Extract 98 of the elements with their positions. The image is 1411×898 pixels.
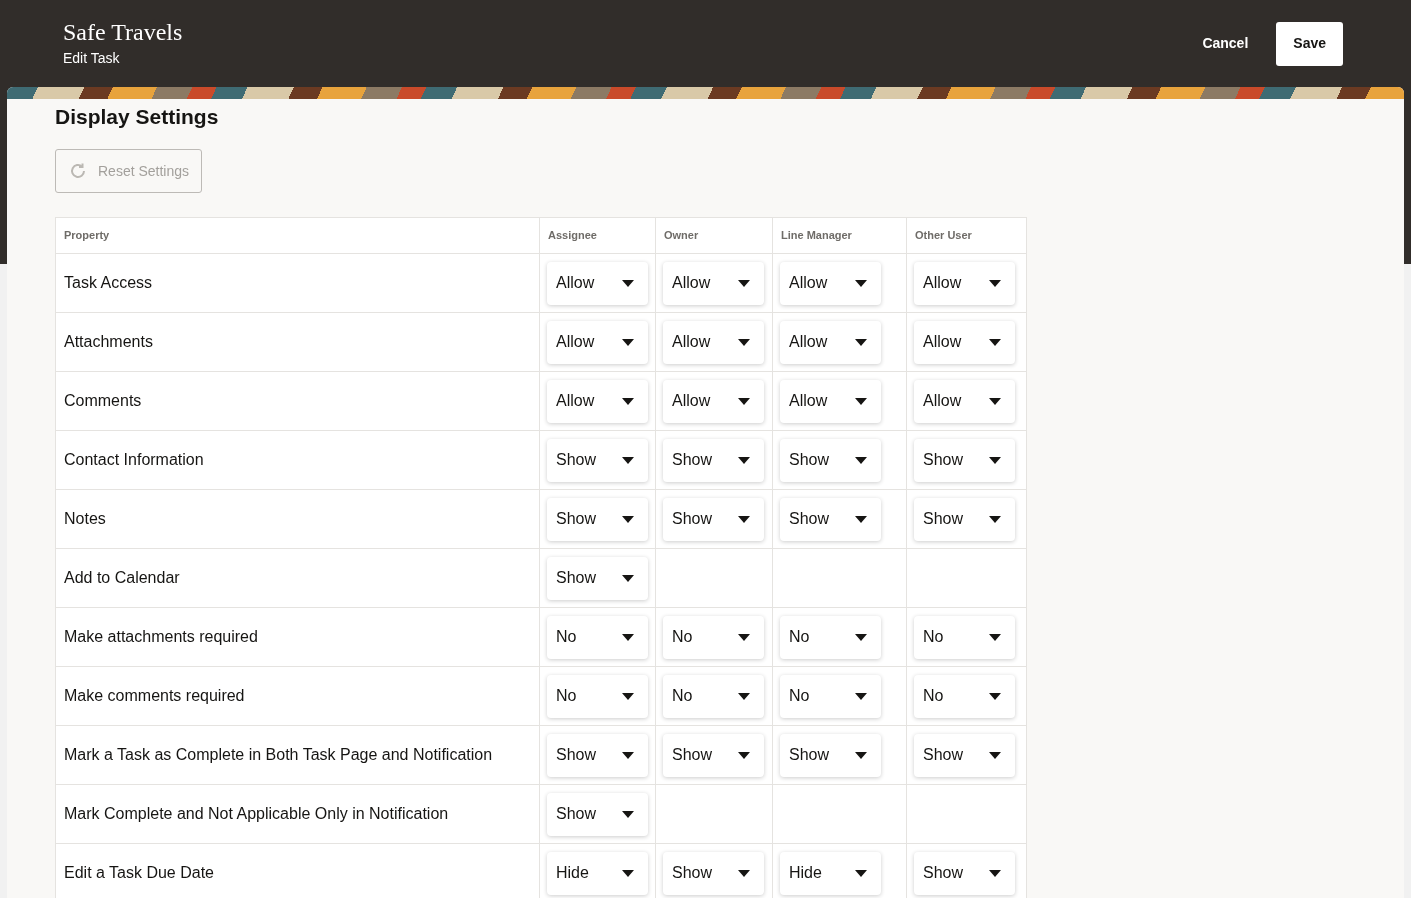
select-dropdown[interactable]: Show bbox=[663, 438, 764, 482]
select-dropdown[interactable]: Allow bbox=[780, 320, 881, 364]
caret-icon bbox=[622, 338, 634, 346]
caret-icon bbox=[855, 751, 867, 759]
caret-icon bbox=[738, 869, 750, 877]
select-dropdown[interactable]: Show bbox=[663, 497, 764, 541]
select-dropdown[interactable]: Show bbox=[914, 733, 1015, 777]
select-dropdown[interactable]: Show bbox=[914, 438, 1015, 482]
select-dropdown[interactable]: Allow bbox=[547, 379, 648, 423]
caret-icon bbox=[738, 456, 750, 464]
save-button[interactable]: Save bbox=[1276, 21, 1343, 66]
property-label: Mark a Task as Complete in Both Task Page and Notification bbox=[64, 746, 493, 763]
refresh-icon bbox=[68, 161, 88, 181]
page-subtitle: Edit Task bbox=[63, 49, 121, 68]
select-dropdown[interactable]: Allow bbox=[663, 379, 764, 423]
select-dropdown[interactable]: No bbox=[547, 674, 648, 718]
caret-icon bbox=[622, 574, 634, 582]
caret-icon bbox=[855, 279, 867, 287]
property-label: Make comments required bbox=[64, 687, 245, 704]
caret-icon bbox=[622, 869, 634, 877]
select-dropdown[interactable]: Allow bbox=[663, 261, 764, 305]
caret-icon bbox=[622, 810, 634, 818]
column-header: Owner bbox=[655, 217, 773, 254]
caret-icon bbox=[738, 692, 750, 700]
property-label: Edit a Task Due Date bbox=[64, 864, 214, 881]
caret-icon bbox=[622, 397, 634, 405]
select-dropdown[interactable]: No bbox=[780, 674, 881, 718]
property-label: Contact Information bbox=[64, 451, 204, 468]
caret-icon bbox=[989, 751, 1001, 759]
caret-icon bbox=[738, 338, 750, 346]
select-dropdown[interactable]: Show bbox=[780, 733, 881, 777]
caret-icon bbox=[738, 515, 750, 523]
caret-icon bbox=[622, 515, 634, 523]
caret-icon bbox=[989, 869, 1001, 877]
select-dropdown[interactable]: Show bbox=[547, 556, 648, 600]
select-dropdown[interactable]: Allow bbox=[914, 379, 1015, 423]
property-label: Notes bbox=[64, 510, 106, 527]
select-dropdown[interactable]: Show bbox=[547, 438, 648, 482]
caret-icon bbox=[622, 279, 634, 287]
select-dropdown[interactable]: Hide bbox=[780, 851, 881, 895]
column-header: Line Manager bbox=[772, 217, 907, 254]
column-header: Property bbox=[55, 217, 540, 254]
select-dropdown[interactable]: No bbox=[547, 615, 648, 659]
select-dropdown[interactable]: Show bbox=[547, 792, 648, 836]
caret-icon bbox=[989, 633, 1001, 641]
select-dropdown[interactable]: Allow bbox=[547, 261, 648, 305]
select-dropdown[interactable]: Show bbox=[547, 733, 648, 777]
section-heading: Display Settings bbox=[55, 105, 220, 129]
column-header: Other User bbox=[906, 217, 1027, 254]
select-dropdown[interactable]: Allow bbox=[780, 261, 881, 305]
select-dropdown[interactable]: No bbox=[663, 674, 764, 718]
select-dropdown[interactable]: Show bbox=[914, 497, 1015, 541]
select-dropdown[interactable]: Show bbox=[914, 851, 1015, 895]
caret-icon bbox=[989, 279, 1001, 287]
caret-icon bbox=[622, 456, 634, 464]
column-header: Assignee bbox=[539, 217, 656, 254]
select-dropdown[interactable]: No bbox=[914, 674, 1015, 718]
caret-icon bbox=[855, 869, 867, 877]
caret-icon bbox=[855, 692, 867, 700]
select-dropdown[interactable]: No bbox=[663, 615, 764, 659]
property-label: Mark Complete and Not Applicable Only in Notification bbox=[64, 805, 449, 822]
caret-icon bbox=[738, 633, 750, 641]
select-dropdown[interactable]: Show bbox=[547, 497, 648, 541]
select-dropdown[interactable]: Show bbox=[663, 733, 764, 777]
caret-icon bbox=[622, 692, 634, 700]
select-dropdown[interactable]: Allow bbox=[780, 379, 881, 423]
page-title: Safe Travels bbox=[63, 18, 183, 46]
caret-icon bbox=[622, 633, 634, 641]
select-dropdown[interactable]: Allow bbox=[547, 320, 648, 364]
cancel-button[interactable]: Cancel bbox=[1202, 21, 1249, 66]
caret-icon bbox=[622, 751, 634, 759]
select-dropdown[interactable]: Show bbox=[780, 497, 881, 541]
caret-icon bbox=[855, 397, 867, 405]
select-dropdown[interactable]: Allow bbox=[914, 320, 1015, 364]
select-dropdown[interactable]: Hide bbox=[547, 851, 648, 895]
caret-icon bbox=[738, 279, 750, 287]
property-label: Add to Calendar bbox=[64, 569, 180, 586]
select-dropdown[interactable]: Allow bbox=[663, 320, 764, 364]
caret-icon bbox=[855, 456, 867, 464]
caret-icon bbox=[738, 397, 750, 405]
caret-icon bbox=[989, 397, 1001, 405]
property-label: Attachments bbox=[64, 333, 153, 350]
select-dropdown[interactable]: No bbox=[914, 615, 1015, 659]
select-dropdown[interactable]: No bbox=[780, 615, 881, 659]
property-label: Make attachments required bbox=[64, 628, 258, 645]
property-label: Task Access bbox=[64, 274, 153, 291]
caret-icon bbox=[855, 338, 867, 346]
select-dropdown[interactable]: Show bbox=[663, 851, 764, 895]
select-dropdown[interactable]: Show bbox=[780, 438, 881, 482]
caret-icon bbox=[855, 633, 867, 641]
caret-icon bbox=[989, 692, 1001, 700]
caret-icon bbox=[989, 338, 1001, 346]
caret-icon bbox=[738, 751, 750, 759]
select-dropdown[interactable]: Allow bbox=[914, 261, 1015, 305]
caret-icon bbox=[989, 456, 1001, 464]
caret-icon bbox=[855, 515, 867, 523]
caret-icon bbox=[989, 515, 1001, 523]
property-label: Comments bbox=[64, 392, 142, 409]
